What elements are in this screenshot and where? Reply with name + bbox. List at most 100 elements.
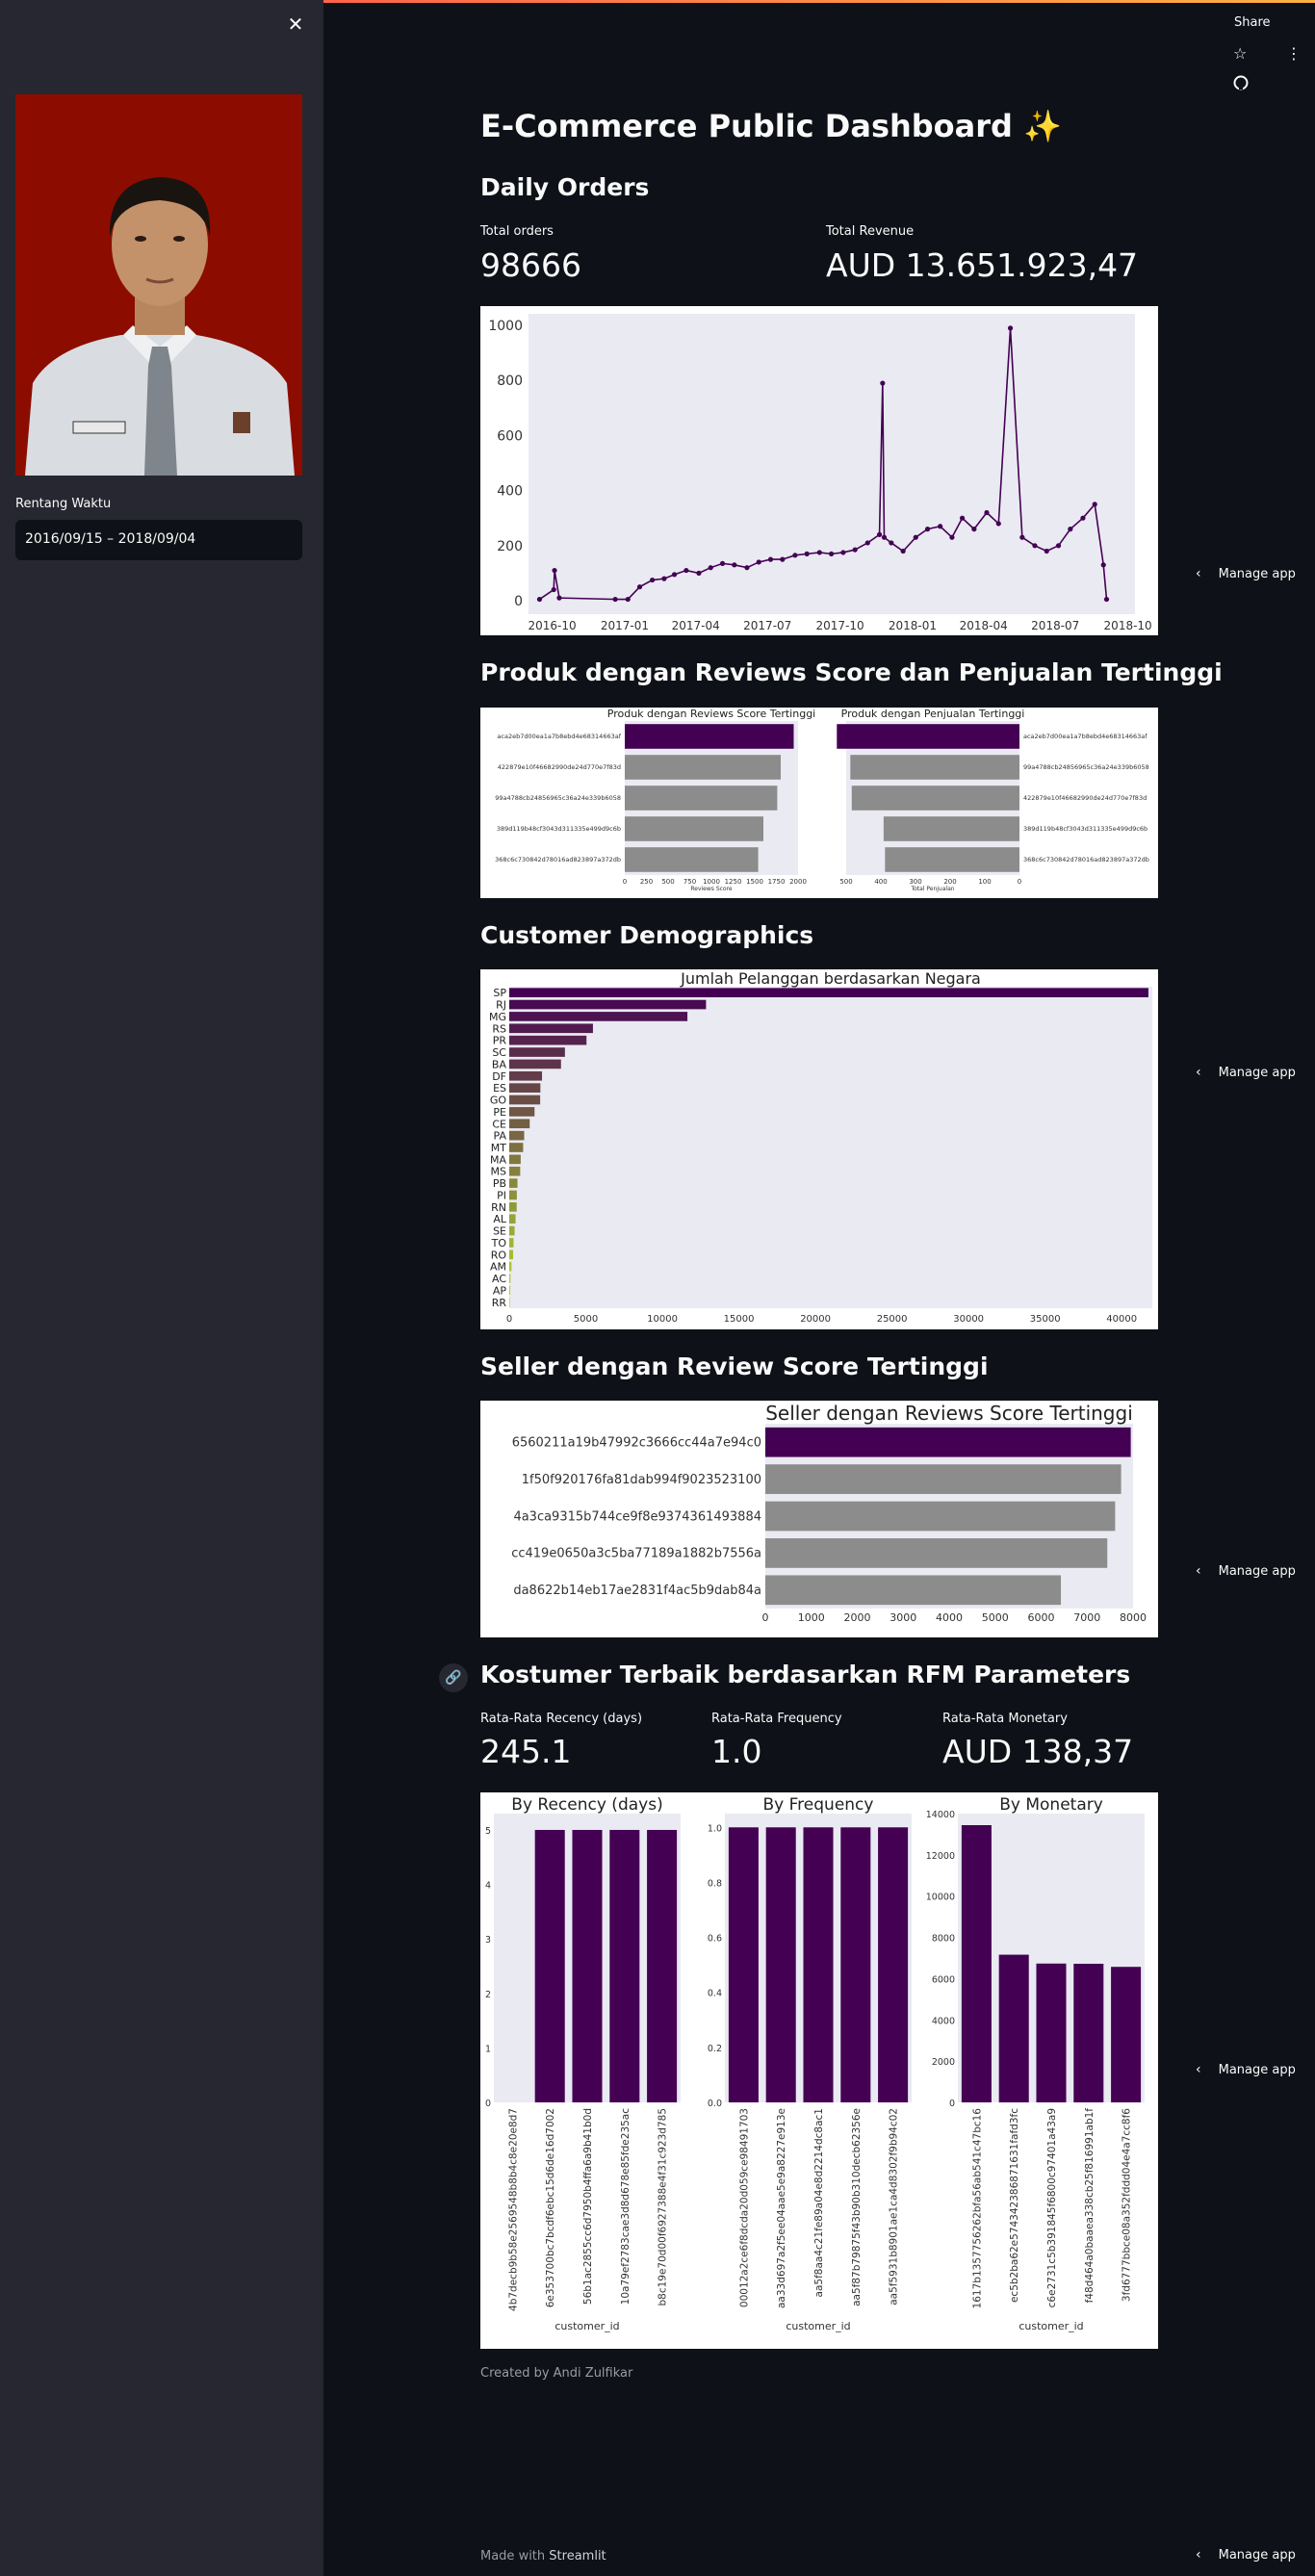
bar: [509, 1083, 541, 1093]
close-icon[interactable]: ✕: [285, 13, 306, 35]
made-with-streamlit[interactable]: Made with Streamlit: [480, 2549, 606, 2563]
kebab-menu-icon[interactable]: ⋮: [1286, 44, 1302, 63]
manage-app-button[interactable]: ‹ Manage app: [1196, 1563, 1296, 1579]
chevron-left-icon: ‹: [1196, 566, 1201, 581]
category-label: AC: [492, 1273, 506, 1285]
streamlit-brand[interactable]: Streamlit: [549, 2549, 606, 2563]
orders-point: [732, 562, 737, 568]
orders-point: [1044, 548, 1049, 554]
category-label: PI: [497, 1189, 506, 1201]
x-tick-label: 1500: [746, 878, 763, 886]
orders-point: [1019, 534, 1025, 540]
orders-point: [880, 380, 886, 386]
orders-point: [984, 509, 990, 516]
daily-orders-chart: 0 200 400 600 800 1000 2016-10 2017-01 2017-04 20…: [480, 306, 1158, 635]
bar: [840, 1827, 871, 2102]
x-tick-label: aa5f5931b8901ae1ca4d8302f9b94c02: [889, 2108, 900, 2306]
manage-app-button[interactable]: ‹ Manage app: [1196, 566, 1296, 581]
bar: [509, 1178, 518, 1188]
x-tick-label: 00012a2ce6f8dcda20d059ce98491703: [738, 2108, 750, 2307]
manage-app-label: Manage app: [1218, 1564, 1296, 1579]
bar: [509, 1261, 512, 1272]
category-label: 6560211a19b47992c3666cc44a7e94c0: [512, 1436, 761, 1451]
x-tick-label: b8c19e70d00f6927388e4f31c923d785: [658, 2108, 669, 2306]
category-label: BA: [492, 1058, 507, 1070]
orders-point: [949, 534, 955, 540]
frequency-value: 1.0: [711, 1733, 762, 1770]
bar: [572, 1829, 603, 2102]
bar: [534, 1829, 565, 2102]
link-icon[interactable]: 🔗: [439, 1663, 468, 1692]
share-button[interactable]: Share: [1234, 15, 1271, 30]
x-tick-label: aa33d697a2f5ee04aae5e9a8227e913e: [776, 2108, 787, 2308]
y-tick-label: 0.8: [708, 1878, 722, 1889]
x-tick-label: 2018-07: [1031, 619, 1079, 632]
x-tick-label: 30000: [953, 1314, 984, 1325]
total-revenue-label: Total Revenue: [826, 224, 915, 239]
y-tick-label: 8000: [932, 1934, 955, 1945]
y-tick-label: 200: [497, 539, 523, 554]
category-label: PB: [493, 1177, 506, 1190]
x-tick-label: 15000: [724, 1314, 755, 1325]
manage-app-button[interactable]: ‹ Manage app: [1196, 2062, 1296, 2077]
recency-label: Rata-Rata Recency (days): [480, 1712, 643, 1726]
y-tick-label: 800: [497, 374, 523, 389]
orders-point: [913, 534, 918, 540]
orders-point: [719, 560, 726, 566]
x-tick-label: 1750: [768, 878, 786, 886]
x-tick-label: 400: [874, 878, 887, 886]
bar: [509, 1035, 587, 1045]
total-revenue-value: AUD 13.651.923,47: [826, 246, 1139, 284]
x-tick-label: 2000: [789, 878, 807, 886]
category-label: 99a4788cb24856965c36a24e339b6058: [495, 794, 621, 802]
x-axis-label: Reviews Score: [690, 886, 733, 892]
manage-app-label: Manage app: [1218, 1066, 1296, 1080]
category-label: 368c6c730842d78016ad823897a372db: [495, 856, 621, 863]
bar: [765, 1427, 1131, 1457]
category-label: aca2eb7d00ea1a7b8ebd4e68314663af: [1023, 733, 1147, 740]
chevron-left-icon: ‹: [1196, 1065, 1201, 1080]
orders-point: [1068, 527, 1073, 532]
orders-point: [864, 540, 870, 546]
y-tick-label: 0.0: [708, 2099, 722, 2109]
y-tick-label: 400: [497, 484, 523, 500]
rfm-chart: By Recency (days) 4b7decb9b58e2569548b8b4…: [480, 1792, 1158, 2349]
manage-app-button[interactable]: ‹ Manage app: [1196, 2547, 1296, 2563]
x-axis-label: customer_id: [786, 2320, 850, 2332]
bar: [885, 847, 1019, 872]
chevron-left-icon: ‹: [1196, 2547, 1201, 2563]
section-daily-orders: Daily Orders: [480, 173, 650, 201]
section-produk: Produk dengan Reviews Score dan Penjuala…: [480, 658, 1223, 686]
category-label: RR: [492, 1297, 507, 1309]
orders-point: [852, 547, 858, 553]
orders-point: [876, 531, 883, 537]
category-label: 368c6c730842d78016ad823897a372db: [1023, 856, 1149, 863]
y-tick-label: 0: [514, 594, 523, 609]
x-tick-label: f48d464a0baaea338cb25f816991ab1f: [1084, 2108, 1096, 2304]
bar: [851, 786, 1019, 811]
chart-title: By Monetary: [999, 1795, 1103, 1815]
chart-title: By Recency (days): [511, 1795, 662, 1815]
date-range-label: Rentang Waktu: [15, 497, 112, 511]
orders-point: [1092, 502, 1097, 507]
y-tick-label: 4: [485, 1881, 491, 1892]
sidebar: ✕ Rentang Waktu 2016/09/15 – 2018/09/04: [0, 0, 323, 2576]
date-range-input[interactable]: 2016/09/15 – 2018/09/04: [15, 520, 302, 560]
bar: [509, 1143, 524, 1152]
bar: [647, 1829, 678, 2102]
bar: [878, 1827, 909, 2102]
bar: [728, 1827, 759, 2102]
manage-app-label: Manage app: [1218, 2548, 1296, 2563]
star-icon[interactable]: ☆: [1233, 44, 1247, 63]
manage-app-button[interactable]: ‹ Manage app: [1196, 1065, 1296, 1080]
created-by-text: Created by Andi Zulfikar: [480, 2366, 633, 2381]
orders-point: [1032, 543, 1038, 549]
github-icon[interactable]: [1233, 75, 1249, 94]
x-tick-label: 10a79ef2783cae3d8d678e85fde235ac: [620, 2108, 632, 2306]
x-tick-label: 5000: [982, 1611, 1009, 1624]
chart-title: By Frequency: [763, 1795, 874, 1815]
bar: [509, 988, 1148, 998]
x-tick-label: 20000: [800, 1314, 831, 1325]
category-label: MG: [489, 1011, 506, 1023]
category-label: CE: [492, 1118, 506, 1130]
